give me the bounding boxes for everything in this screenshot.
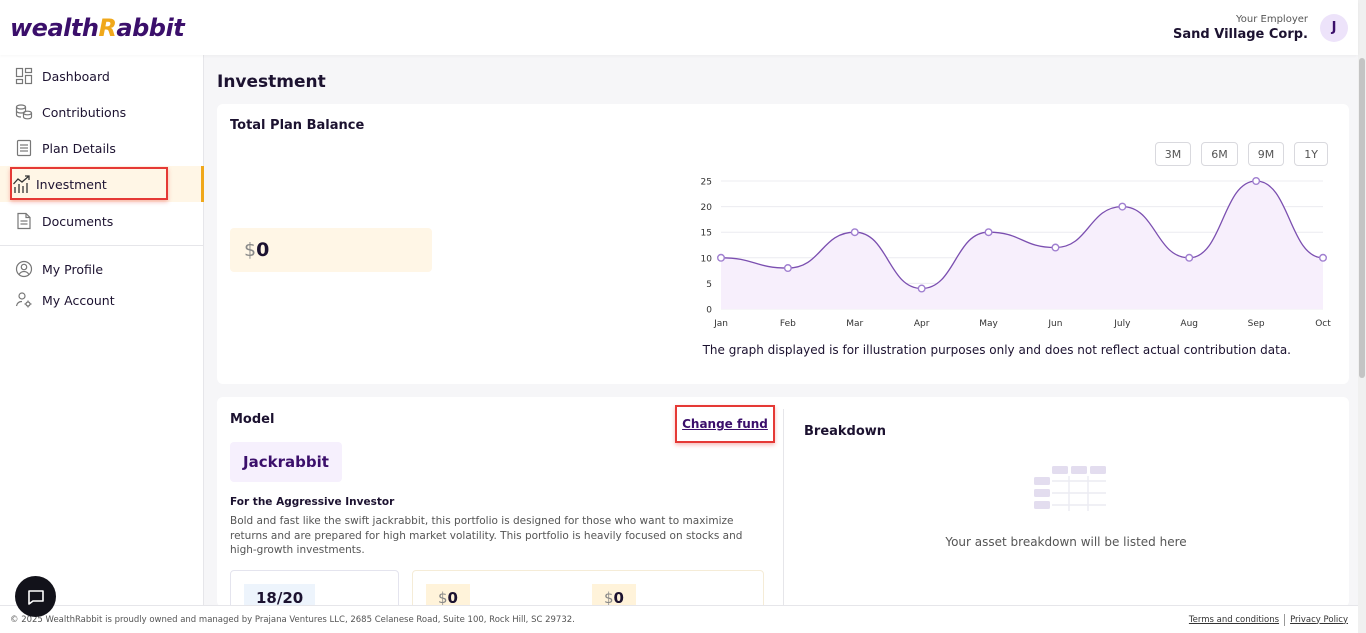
breakdown-empty-text: Your asset breakdown will be listed here [945,535,1187,549]
x-tick-label: Oct [1315,319,1331,329]
sidebar-item-label: My Account [42,292,115,308]
data-point [917,284,926,293]
top-header: wealth Rabbit Your Employer Sand Village … [0,0,1358,55]
x-tick-label: Aug [1180,319,1198,329]
chat-button[interactable] [15,576,56,617]
sidebar-item-documents[interactable]: Documents [0,203,204,239]
sidebar-item-label: Plan Details [42,140,116,156]
sidebar-item-label: My Profile [42,261,104,277]
sidebar: Dashboard Contributions Plan Details Inv… [0,55,204,605]
sidebar-item-investment[interactable]: Investment [0,166,204,202]
sidebar-item-my-account[interactable]: My Account [0,282,204,318]
employer-label: Your Employer [1235,13,1308,25]
data-point [1252,176,1261,185]
terms-link[interactable]: Terms and conditions [1189,615,1279,625]
investor-type: For the Aggressive Investor [230,496,395,508]
balance-value-box: $0 [230,228,432,272]
footer-separator [1284,613,1286,626]
range-3m-button[interactable]: 3M [1154,142,1192,166]
breakdown-title: Breakdown [804,424,887,439]
privacy-link[interactable]: Privacy Policy [1290,615,1348,625]
chart-svg: 0 5 10 15 20 25 Jan Feb Mar Apr May Jun July Aug Sep Oc… [701,176,1331,329]
y-tick-label: 0 [706,306,712,316]
coins-icon [14,102,34,122]
balance-chart: 0 5 10 15 20 25 Jan Feb Mar Apr May Jun July Aug Sep Oc… [697,172,1337,337]
data-point [984,228,993,237]
currency-symbol: $ [244,239,257,261]
dashboard-icon [14,66,34,86]
balance-amount: 0 [256,239,270,261]
user-circle-icon [14,259,34,279]
x-tick-label: Feb [780,319,796,329]
range-9m-button[interactable]: 9M [1247,142,1285,166]
x-tick-label: July [1113,319,1131,329]
x-tick-label: Apr [914,319,930,329]
employer-info: Your Employer Sand Village Corp. J [1173,13,1348,42]
y-tick-label: 5 [706,280,712,290]
scroll-thumb[interactable] [1359,58,1365,378]
x-tick-label: Sep [1248,319,1265,329]
x-tick-label: May [979,319,998,329]
range-6m-button[interactable]: 6M [1201,142,1238,166]
y-tick-label: 10 [701,254,713,264]
y-tick-label: 20 [701,203,713,213]
range-1y-button[interactable]: 1Y [1294,142,1328,166]
document-list-icon [14,138,34,158]
page-title: Investment [217,72,326,92]
chat-icon [27,589,44,605]
data-point [717,253,726,262]
sidebar-item-label: Dashboard [42,68,110,84]
sidebar-item-plan-details[interactable]: Plan Details [0,130,204,166]
sidebar-item-label: Documents [42,213,114,229]
employer-name: Sand Village Corp. [1173,26,1308,42]
range-selector: 3M 6M 9M 1Y [1154,142,1328,166]
avatar[interactable]: J [1320,13,1348,42]
fund-description: Bold and fast like the swift jackrabbit,… [230,515,743,556]
scrollbar[interactable] [1358,0,1366,633]
data-point [1051,243,1060,252]
x-tick-label: Jun [1047,319,1062,329]
score-card: 18/20 [230,570,399,610]
data-point [1319,253,1328,262]
sidebar-item-label: Contributions [42,104,127,120]
x-tick-label: Mar [846,319,863,329]
sidebar-divider [0,245,204,246]
table-placeholder-icon [1034,466,1108,516]
data-point [850,228,859,237]
copyright-text: © 2025 WealthRabbit is proudly owned and… [10,614,575,625]
x-tick-label: Jan [713,319,728,329]
logo-text-2: R [98,13,117,42]
footer: © 2025 WealthRabbit is proudly owned and… [0,605,1358,633]
area-fill [721,181,1323,309]
y-tick-label: 25 [701,178,712,188]
data-point [783,264,792,273]
y-tick-label: 15 [701,229,712,239]
stats-card: $0 $0 [412,570,764,610]
logo-text-1: wealth [10,13,99,42]
logo-text-3: abbit [116,13,185,42]
file-icon [14,211,34,231]
chart-disclaimer: The graph displayed is for illustration … [702,343,1291,357]
total-plan-balance-card: Total Plan Balance $0 3M 6M 9M 1Y 0 5 10 15… [217,104,1349,384]
data-point [1185,253,1194,262]
sidebar-item-dashboard[interactable]: Dashboard [0,58,204,94]
wealthrabbit-logo[interactable]: wealth Rabbit [10,13,185,42]
sidebar-item-contributions[interactable]: Contributions [0,94,204,130]
card-divider [783,409,784,609]
balance-card-title: Total Plan Balance [230,118,365,133]
user-settings-icon [14,290,34,310]
model-title: Model [230,412,275,427]
fund-name-chip: Jackrabbit [230,442,342,482]
model-card: Model Change fund Jackrabbit For the Agg… [217,397,1349,610]
change-fund-link[interactable]: Change fund [675,405,775,443]
highlight-box [10,167,168,200]
data-point [1118,202,1127,211]
